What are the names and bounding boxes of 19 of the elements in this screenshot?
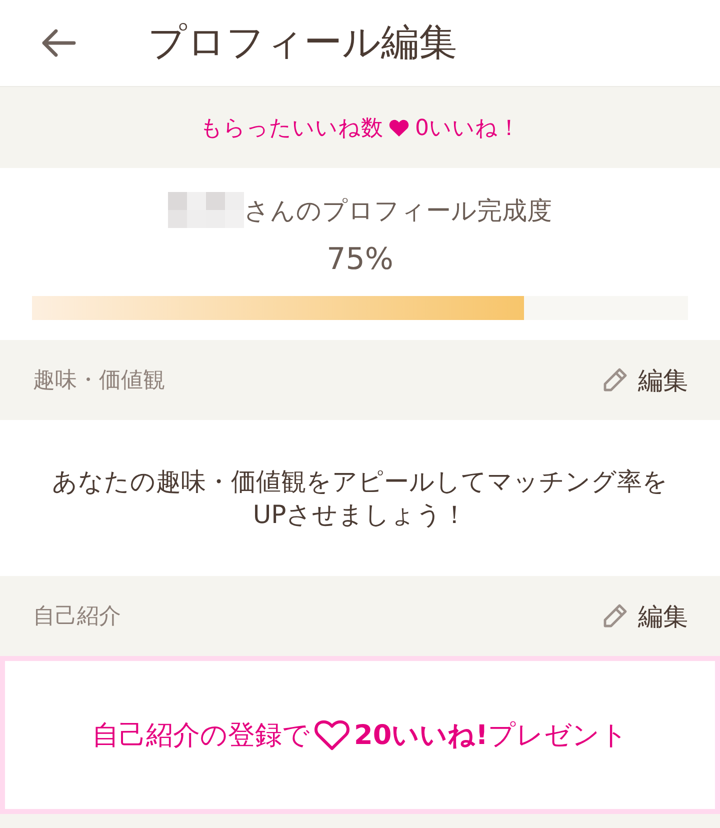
completion-label: さんのプロフィール完成度	[244, 194, 552, 226]
completion-percent: 75%	[326, 241, 394, 279]
edit-button[interactable]: 編集	[602, 600, 688, 632]
promo-reward-text: 20いいね!プレゼント	[354, 719, 628, 753]
appeal-message: あなたの趣味・価値観をアピールしてマッチング率をUPさせましょう！	[51, 466, 669, 531]
promo-text: 自己紹介の登録で	[92, 719, 310, 753]
likes-count: 0いいね！	[415, 114, 520, 142]
promo-box[interactable]: 自己紹介の登録で 20いいね!プレゼント	[0, 656, 720, 814]
pencil-icon	[602, 603, 628, 629]
arrow-left-icon	[40, 28, 76, 58]
heart-outline-icon	[314, 719, 350, 751]
section-title: 自己紹介	[33, 603, 121, 631]
edit-button[interactable]: 編集	[602, 364, 688, 396]
likes-label: もらったいいね数	[200, 114, 383, 142]
heart-icon	[389, 118, 409, 136]
pencil-icon	[602, 367, 628, 393]
page-title: プロフィール編集	[148, 20, 457, 66]
back-button[interactable]	[40, 28, 76, 58]
section-title: 趣味・価値観	[33, 367, 165, 395]
